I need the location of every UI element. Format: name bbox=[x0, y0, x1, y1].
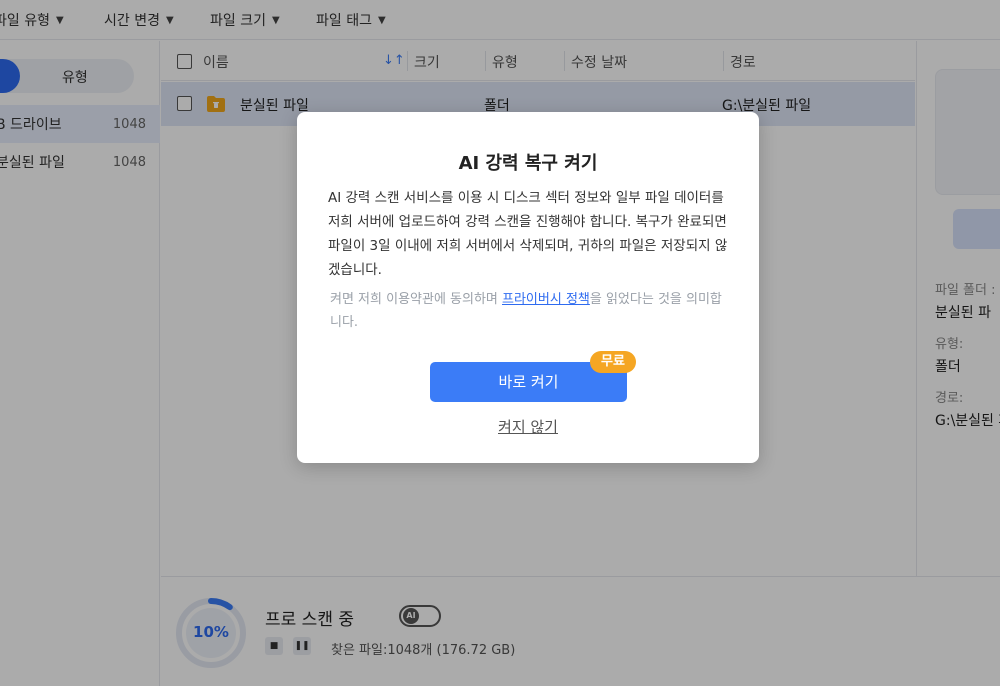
consent-note-prefix: 켜면 저희 이용약관에 동의하며 bbox=[330, 292, 503, 307]
dialog-consent-note: 켜면 저희 이용약관에 동의하며 프라이버시 정책을 읽었다는 것을 의미합니다… bbox=[330, 288, 730, 334]
privacy-policy-link[interactable]: 프라이버시 정책 bbox=[502, 292, 590, 307]
dialog-title: AI 강력 복구 켜기 bbox=[458, 153, 598, 174]
dialog-body: AI 강력 스캔 서비스를 이용 시 디스크 섹터 정보와 일부 파일 데이터를… bbox=[328, 190, 728, 278]
do-not-enable-button[interactable]: 켜지 않기 bbox=[297, 416, 759, 437]
ai-recovery-dialog: AI 강력 복구 켜기 AI 강력 스캔 서비스를 이용 시 디스크 섹터 정보… bbox=[297, 112, 759, 463]
free-badge: 무료 bbox=[590, 351, 636, 373]
